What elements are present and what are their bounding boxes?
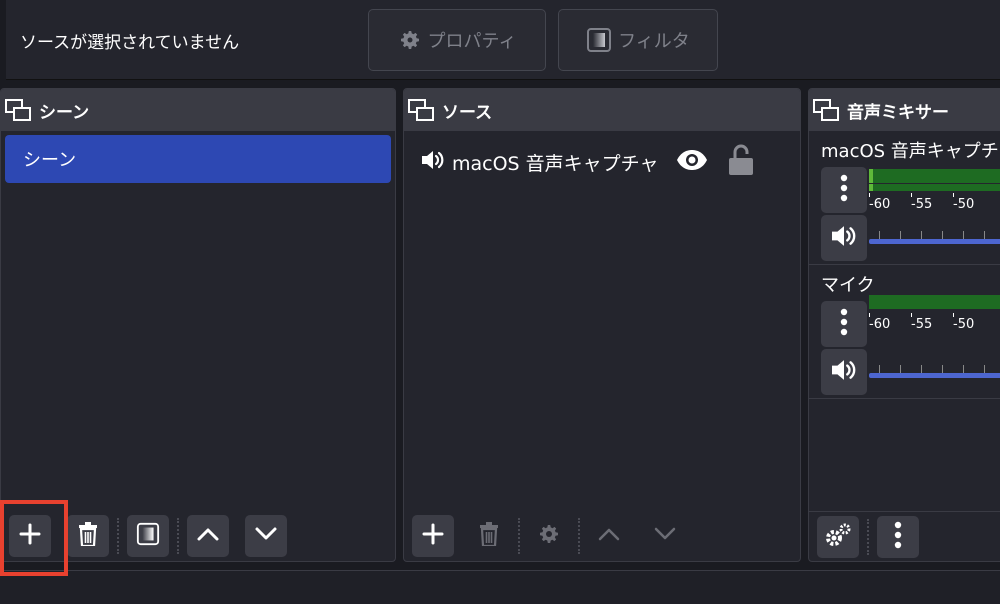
scene-item-label: シーン [23, 150, 77, 171]
scenes-dock-title: シーン [39, 102, 90, 123]
gear-icon [537, 522, 561, 550]
meter-scale: -60 -55 -50 [869, 193, 995, 212]
sources-dock-footer [404, 511, 800, 561]
highlight-box [0, 500, 68, 576]
eye-icon[interactable] [676, 149, 708, 176]
mixer-channel: macOS 音声キャプチャ -60 -55 -50 [809, 131, 1000, 265]
meter-tick-label: -55 [911, 313, 953, 332]
audio-mixer-dock: 音声ミキサー macOS 音声キャプチャ -60 -55 -50 マイク -60… [808, 88, 1000, 562]
footer-separator [867, 518, 869, 555]
dock-window-icon [5, 99, 31, 121]
mixer-dock-title-bar[interactable]: 音声ミキサー [809, 89, 1000, 131]
sources-dock-title-bar[interactable]: ソース [404, 89, 800, 131]
channel-menu-button[interactable] [821, 301, 867, 347]
speaker-icon [420, 149, 446, 176]
move-scene-up-button[interactable] [187, 515, 229, 557]
volume-meter [869, 169, 1000, 191]
source-toolbar: ソースが選択されていません プロパティ フィルタ [6, 0, 1000, 80]
advanced-audio-properties-button[interactable] [817, 515, 859, 558]
mixer-channel: マイク -60 -55 -50 [809, 265, 1000, 399]
properties-button[interactable]: プロパティ [368, 9, 546, 71]
meter-tick-label: -50 [953, 193, 995, 212]
channel-name: マイク [821, 275, 875, 296]
chevron-up-icon [597, 526, 621, 546]
filter-icon [136, 522, 160, 550]
meter-tick-label: -60 [869, 313, 911, 332]
speaker-icon [829, 358, 859, 386]
status-bar [0, 570, 1000, 604]
speaker-icon [829, 224, 859, 252]
footer-separator [177, 518, 179, 554]
source-list-item[interactable]: macOS 音声キャプチャ [404, 131, 800, 193]
add-source-button[interactable] [412, 515, 454, 557]
source-item-label: macOS 音声キャプチャ [452, 152, 659, 175]
meter-tick-label: -55 [911, 193, 953, 212]
volume-meter [869, 295, 1000, 309]
meter-tick-label: -50 [953, 313, 995, 332]
scenes-dock-title-bar[interactable]: シーン [1, 89, 395, 131]
chevron-down-icon [254, 526, 278, 546]
mute-button[interactable] [821, 215, 867, 261]
mixer-dock-title: 音声ミキサー [847, 102, 949, 123]
mixer-dock-footer [809, 511, 1000, 561]
channel-menu-button[interactable] [821, 167, 867, 213]
chevron-up-icon [196, 526, 220, 546]
filters-label: フィルタ [618, 31, 690, 52]
scene-filters-button[interactable] [127, 515, 169, 557]
footer-separator [117, 518, 119, 554]
footer-separator [578, 518, 580, 554]
kebab-menu-icon [894, 521, 902, 553]
move-source-up-button[interactable] [588, 515, 630, 557]
mixer-menu-button[interactable] [877, 515, 919, 558]
filter-icon [586, 27, 612, 53]
footer-separator [518, 518, 520, 554]
kebab-menu-icon [840, 174, 848, 206]
volume-slider[interactable] [869, 361, 1000, 383]
unlocked-icon[interactable] [728, 144, 754, 181]
chevron-down-icon [653, 526, 677, 546]
meter-tick-label: -60 [869, 193, 911, 212]
channel-name: macOS 音声キャプチャ [821, 141, 1000, 162]
sources-dock: ソース macOS 音声キャプチャ [403, 88, 801, 562]
trash-icon [77, 522, 99, 550]
gear-icon [398, 28, 422, 52]
filters-button[interactable]: フィルタ [558, 9, 718, 71]
move-source-down-button[interactable] [644, 515, 686, 557]
scenes-dock: シーン シーン [0, 88, 396, 562]
meter-scale: -60 -55 -50 [869, 313, 995, 332]
dock-window-icon [408, 99, 434, 121]
kebab-menu-icon [840, 308, 848, 340]
scene-list-item[interactable]: シーン [5, 135, 391, 183]
plus-icon [421, 522, 445, 550]
volume-slider[interactable] [869, 227, 1000, 249]
remove-scene-button[interactable] [67, 515, 109, 557]
trash-icon [478, 522, 500, 550]
dock-window-icon [813, 99, 839, 121]
gears-icon [824, 522, 852, 552]
source-properties-button[interactable] [528, 515, 570, 557]
move-scene-down-button[interactable] [245, 515, 287, 557]
remove-source-button[interactable] [468, 515, 510, 557]
mute-button[interactable] [821, 349, 867, 395]
no-source-selected-text: ソースが選択されていません [20, 33, 240, 53]
sources-dock-title: ソース [442, 102, 493, 123]
properties-label: プロパティ [427, 31, 517, 52]
